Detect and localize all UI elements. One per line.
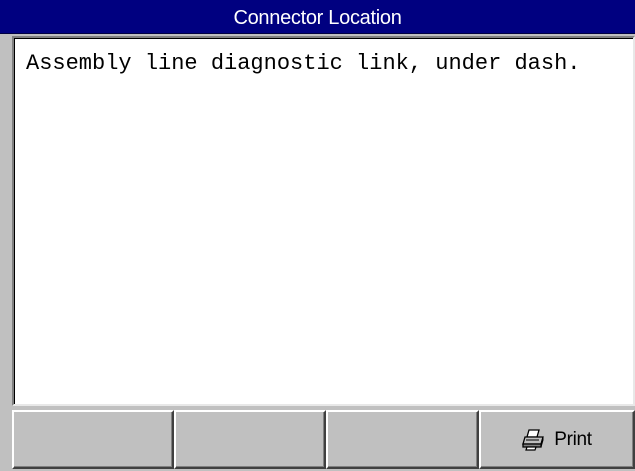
soft-button-1[interactable] (12, 410, 174, 469)
soft-button-2[interactable] (174, 410, 326, 469)
content-panel[interactable]: Assembly line diagnostic link, under das… (12, 36, 635, 406)
print-button-content: Print (522, 429, 592, 451)
button-bevel (176, 412, 324, 467)
printer-icon (522, 428, 546, 451)
soft-button-bar: Print (0, 406, 635, 471)
connector-location-text: Assembly line diagnostic link, under das… (26, 51, 581, 76)
soft-button-3[interactable] (326, 410, 479, 469)
print-button-label: Print (554, 428, 592, 450)
window-title: Connector Location (233, 6, 402, 29)
button-bevel (14, 412, 172, 467)
print-button[interactable]: Print (479, 410, 635, 469)
content-inner-border: Assembly line diagnostic link, under das… (14, 38, 633, 404)
connector-location-window: Connector Location Assembly line diagnos… (0, 0, 635, 471)
button-bevel (328, 412, 477, 467)
title-bar: Connector Location (0, 0, 635, 34)
